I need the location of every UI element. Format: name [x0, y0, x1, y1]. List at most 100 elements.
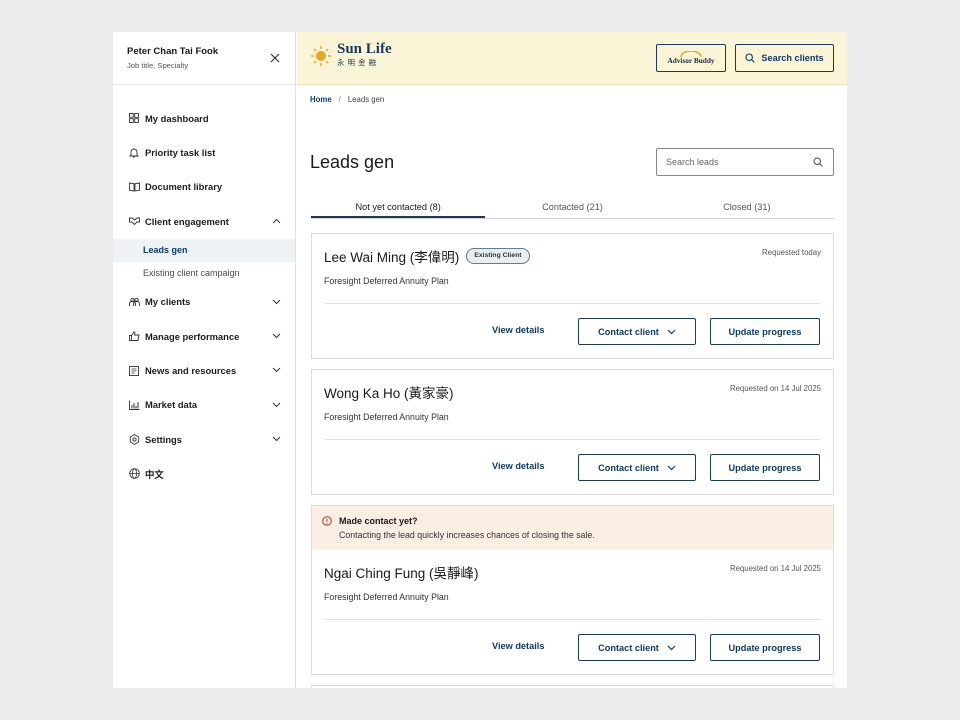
search-leads-placeholder: Search leads: [666, 157, 719, 167]
alert-title: Made contact yet?: [339, 516, 418, 526]
lead-card: Made contact yet? Contacting the lead qu…: [311, 505, 834, 675]
alert-text: Contacting the lead quickly increases ch…: [339, 530, 595, 540]
plan-name: Foresight Deferred Annuity Plan: [324, 276, 449, 286]
lead-name: Wong Ka Ho (黃家豪): [324, 386, 454, 401]
alert-circle-icon: [322, 516, 332, 526]
thumbs-up-icon: [128, 330, 140, 342]
people-icon: [128, 296, 140, 308]
sidebar-item-market-data[interactable]: Market data: [113, 388, 295, 422]
card-divider: [324, 303, 821, 304]
sidebar-nav: My dashboard Priority task list Document…: [113, 85, 295, 491]
plan-name: Foresight Deferred Annuity Plan: [324, 412, 449, 422]
chevron-down-icon: [667, 465, 676, 470]
chevron-down-icon: [271, 400, 281, 410]
search-clients-button[interactable]: Search clients: [735, 44, 834, 72]
sidebar-item-label: Manage performance: [145, 330, 240, 342]
tab-closed[interactable]: Closed (31): [660, 196, 834, 218]
lead-list: Lee Wai Ming (李偉明) Existing Client Reque…: [311, 233, 834, 688]
sidebar-item-label: Settings: [145, 433, 182, 445]
chevron-down-icon: [271, 297, 281, 307]
leads-tabs: Not yet contacted (8) Contacted (21) Clo…: [311, 196, 834, 219]
breadcrumb: Home / Leads gen: [310, 95, 384, 104]
advisor-buddy-label: Advisor Buddy: [667, 56, 715, 65]
existing-client-badge: Existing Client: [466, 248, 530, 264]
view-details-link[interactable]: View details: [492, 325, 544, 335]
sidebar-item-label: Client engagement: [145, 215, 229, 227]
lead-card-partial: [311, 685, 834, 688]
sidebar-subitem-leads-gen[interactable]: Leads gen: [113, 238, 295, 262]
request-date: Requested today: [762, 248, 821, 257]
view-details-link[interactable]: View details: [492, 641, 544, 651]
globe-icon: [128, 468, 140, 480]
lead-card: Wong Ka Ho (黃家豪) Requested on 14 Jul 202…: [311, 369, 834, 495]
dashboard-icon: [128, 112, 140, 124]
page-title: Leads gen: [310, 152, 395, 172]
search-icon: [745, 53, 756, 63]
logo-wordmark: Sun Life: [337, 41, 392, 57]
user-job-title: Job title, Specialty: [127, 61, 189, 70]
sidebar-item-settings[interactable]: Settings: [113, 422, 295, 456]
bell-icon: [128, 147, 140, 159]
handshake-icon: [128, 215, 140, 227]
chevron-down-icon: [271, 331, 281, 341]
update-progress-button[interactable]: Update progress: [710, 318, 820, 345]
update-progress-button[interactable]: Update progress: [710, 634, 820, 661]
close-icon: [270, 53, 280, 63]
breadcrumb-separator: /: [338, 95, 341, 104]
sidebar-item-news-and-resources[interactable]: News and resources: [113, 353, 295, 387]
update-progress-button[interactable]: Update progress: [710, 454, 820, 481]
sun-logo-icon: [311, 46, 331, 66]
card-divider: [324, 619, 821, 620]
chevron-down-icon: [271, 365, 281, 375]
sidebar-item-my-clients[interactable]: My clients: [113, 285, 295, 319]
sidebar-item-language-chinese[interactable]: 中文: [113, 457, 295, 491]
book-icon: [128, 181, 140, 193]
search-leads-input[interactable]: Search leads: [656, 148, 834, 176]
view-details-link[interactable]: View details: [492, 461, 544, 471]
sidebar-item-document-library[interactable]: Document library: [113, 170, 295, 204]
contact-client-label: Contact client: [598, 642, 659, 653]
gear-icon: [128, 433, 140, 445]
bar-chart-icon: [128, 399, 140, 411]
sidebar-item-my-dashboard[interactable]: My dashboard: [113, 101, 295, 135]
sidebar-item-label: Market data: [145, 399, 198, 411]
app-frame: Peter Chan Tai Fook Job title, Specialty…: [113, 32, 847, 688]
plan-name: Foresight Deferred Annuity Plan: [324, 592, 449, 602]
chevron-down-icon: [271, 434, 281, 444]
close-sidebar-button[interactable]: [267, 50, 283, 66]
contact-client-label: Contact client: [598, 326, 659, 337]
sidebar-item-manage-performance[interactable]: Manage performance: [113, 319, 295, 353]
sidebar-item-label: Document library: [145, 181, 223, 193]
user-profile: Peter Chan Tai Fook Job title, Specialty: [113, 32, 295, 85]
breadcrumb-home-link[interactable]: Home: [310, 95, 332, 104]
lead-card: Lee Wai Ming (李偉明) Existing Client Reque…: [311, 233, 834, 359]
sidebar-item-label: Priority task list: [145, 147, 216, 159]
sidebar-item-client-engagement[interactable]: Client engagement: [113, 204, 295, 238]
card-divider: [324, 439, 821, 440]
main-content: Home / Leads gen Leads gen Search leads No…: [297, 86, 847, 688]
tab-not-yet-contacted[interactable]: Not yet contacted (8): [311, 196, 486, 218]
sidebar-item-label: My clients: [145, 296, 191, 308]
breadcrumb-current: Leads gen: [347, 95, 385, 104]
sidebar-subitem-existing-client-campaign[interactable]: Existing client campaign: [113, 262, 295, 285]
sun-life-logo[interactable]: Sun Life 永明金融: [310, 41, 392, 68]
contact-client-button[interactable]: Contact client: [578, 634, 696, 661]
chevron-down-icon: [667, 329, 676, 334]
news-icon: [128, 365, 140, 377]
contact-client-button[interactable]: Contact client: [578, 318, 696, 345]
logo-chinese: 永明金融: [337, 58, 379, 67]
chevron-up-icon: [271, 216, 281, 226]
sidebar-item-label: News and resources: [145, 365, 237, 377]
contact-client-button[interactable]: Contact client: [578, 454, 696, 481]
user-name: Peter Chan Tai Fook: [127, 46, 219, 57]
request-date: Requested on 14 Jul 2025: [729, 384, 821, 393]
tab-contacted[interactable]: Contacted (21): [485, 196, 659, 218]
sidebar: Peter Chan Tai Fook Job title, Specialty…: [113, 32, 296, 688]
sidebar-item-priority-task-list[interactable]: Priority task list: [113, 135, 295, 169]
sidebar-item-label: 中文: [145, 468, 164, 480]
chevron-down-icon: [667, 645, 676, 650]
advisor-buddy-button[interactable]: Advisor Buddy: [656, 44, 726, 72]
lead-name: Lee Wai Ming (李偉明): [324, 250, 460, 265]
top-header: Sun Life 永明金融 Advisor Buddy Search clien…: [297, 32, 847, 85]
search-clients-label: Search clients: [761, 53, 824, 63]
